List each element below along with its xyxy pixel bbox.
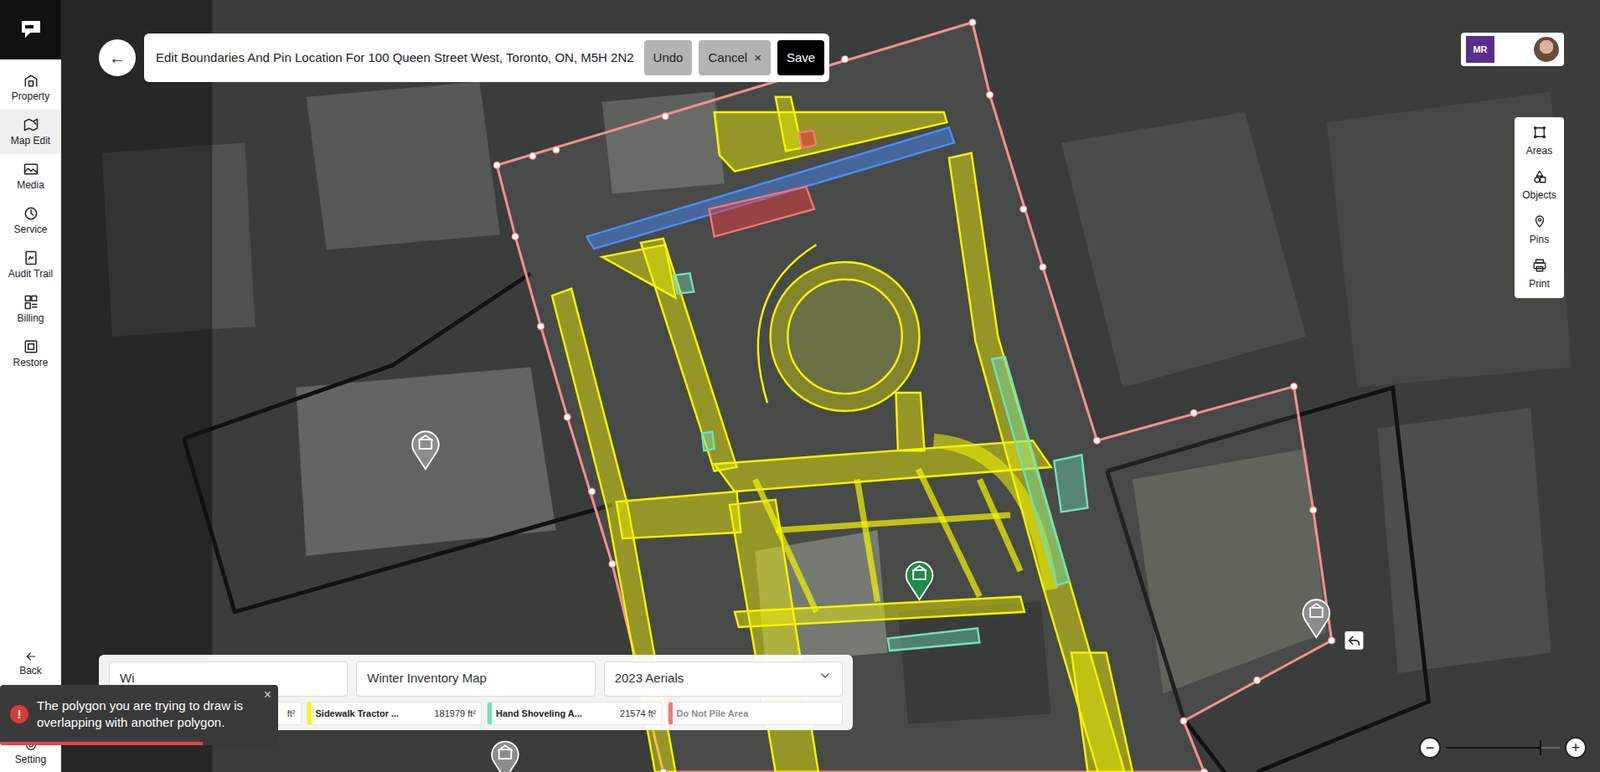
map-pin-icon[interactable]: [412, 431, 439, 470]
sidebar-item-icon: [22, 160, 40, 178]
undo-button[interactable]: Undo: [644, 40, 693, 77]
map-toolbar: AreasObjectsPinsPrint: [1514, 117, 1564, 299]
sidebar: PropertyMap EditMediaServiceAudit TrailB…: [0, 0, 62, 772]
zoom-out-button[interactable]: −: [1419, 737, 1441, 759]
toast-message: The polygon you are trying to draw is ov…: [36, 697, 259, 733]
legend-item[interactable]: Sidewalk Tractor ...181979 ft²: [306, 701, 483, 726]
edit-header: ← Edit Boundaries And Pin Location For 10…: [98, 33, 830, 83]
sidebar-item[interactable]: Service: [0, 198, 62, 243]
sidebar-footer-item[interactable]: Back: [0, 646, 62, 681]
cancel-button[interactable]: Cancel×: [698, 40, 770, 77]
app-logo-icon[interactable]: [0, 0, 62, 60]
user-avatar[interactable]: [1533, 36, 1559, 62]
map-pin-icon[interactable]: [906, 562, 934, 600]
legend-swatch: [668, 702, 673, 725]
vertex-undo-icon[interactable]: [1344, 631, 1363, 651]
page-title: Edit Boundaries And Pin Location For 100…: [155, 48, 635, 68]
layer-dropdown[interactable]: 2023 Aerials: [603, 661, 843, 697]
tool-button[interactable]: Pins: [1514, 207, 1564, 253]
save-button[interactable]: Save: [777, 40, 825, 77]
sidebar-item-icon: [22, 249, 40, 267]
toast-close-button[interactable]: ×: [263, 688, 272, 702]
tool-button[interactable]: Areas: [1514, 118, 1564, 164]
map-pin-icon[interactable]: [1303, 599, 1331, 638]
sidebar-item-icon: [22, 294, 40, 311]
zoom-fill: [1445, 747, 1541, 749]
tool-button[interactable]: Print: [1514, 252, 1564, 297]
text-field[interactable]: Winter Inventory Map: [356, 661, 595, 697]
areas-icon: [1532, 124, 1548, 140]
back-button[interactable]: ←: [98, 39, 136, 77]
pin-icon: [1532, 213, 1548, 229]
account-box[interactable]: MR: [1460, 32, 1564, 67]
zoom-thumb[interactable]: [1539, 740, 1542, 756]
toast-timer: [0, 742, 203, 746]
sidebar-item[interactable]: Billing: [0, 287, 62, 332]
sidebar-item[interactable]: Restore: [0, 331, 62, 377]
sidebar-item-icon: [22, 338, 40, 356]
tool-button[interactable]: Objects: [1514, 163, 1564, 208]
error-icon: !: [10, 705, 29, 724]
error-toast: ! The polygon you are trying to draw is o…: [0, 685, 279, 746]
zoom-control: −+: [1419, 737, 1587, 759]
legend-item[interactable]: Hand Shoveling A...21574 ft²: [486, 701, 663, 726]
legend-swatch: [487, 702, 492, 725]
objects-icon: [1532, 169, 1548, 185]
map-pin-icon[interactable]: [491, 742, 519, 772]
printer-icon: [1532, 258, 1548, 274]
legend-swatch: [307, 702, 312, 725]
sidebar-item[interactable]: Property: [0, 65, 62, 110]
legend-item[interactable]: Do Not Pile Area: [667, 701, 844, 726]
zoom-in-button[interactable]: +: [1564, 737, 1587, 759]
chevron-down-icon: [818, 669, 832, 683]
back-arrow-icon: [24, 650, 38, 664]
zoom-slider[interactable]: [1445, 747, 1560, 749]
sidebar-item[interactable]: Map Edit: [0, 109, 62, 155]
sidebar-item[interactable]: Media: [0, 154, 62, 199]
sidebar-item-icon: [22, 205, 40, 222]
sidebar-item[interactable]: Audit Trail: [0, 242, 62, 288]
sidebar-item-icon: [22, 116, 40, 134]
sidebar-item-icon: [22, 72, 40, 89]
title-bar: Edit Boundaries And Pin Location For 100…: [144, 33, 830, 83]
company-logo: MR: [1465, 36, 1495, 63]
